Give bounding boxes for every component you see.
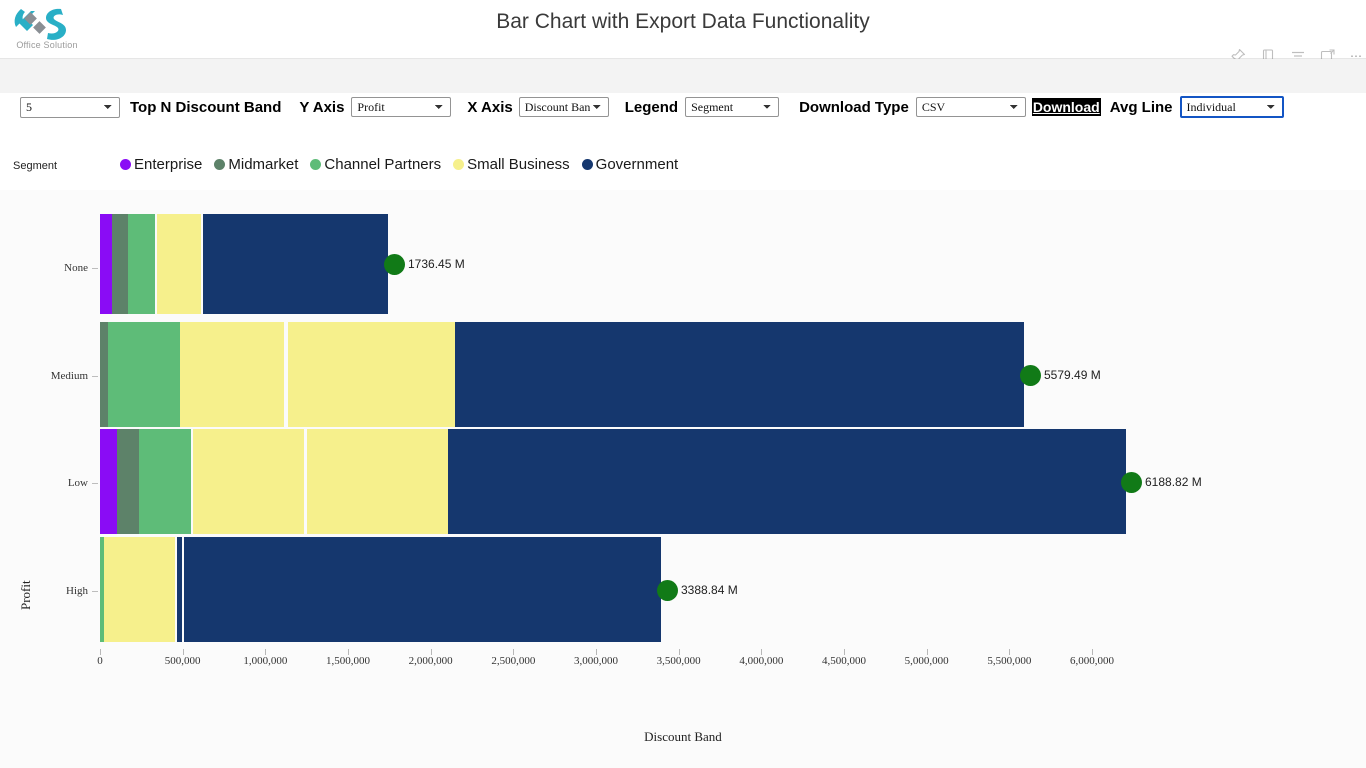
average-value-label: 6188.82 M: [1145, 474, 1202, 489]
average-line-marker[interactable]: [657, 579, 678, 601]
average-value-label: 5579.49 M: [1044, 367, 1101, 382]
legend-swatch-icon: [120, 159, 131, 170]
x-axis-title: Discount Band: [644, 729, 722, 744]
bar-segment[interactable]: [455, 322, 1024, 427]
legend-swatch-icon: [581, 159, 593, 170]
x-axis-tick-label: 6,000,000: [1070, 655, 1114, 667]
legend-item-label: Enterprise: [134, 156, 203, 173]
controls-row: 54321 Top N Discount Band Y Axis ProfitS…: [20, 96, 1284, 118]
x-axis-tick-label: 3,500,000: [656, 655, 701, 667]
bar-segment[interactable]: [180, 322, 284, 427]
x-axis-tick-label: 5,000,000: [904, 655, 949, 667]
chart-legend: Segment Enterprise Midmarket Channel Partn…: [0, 156, 1366, 178]
average-value-label: 1736.45 M: [408, 257, 465, 271]
legend-item[interactable]: Enterprise: [120, 156, 202, 173]
bar-segment[interactable]: [203, 214, 388, 314]
average-value-label: 3388.84 M: [681, 582, 738, 597]
legend-item[interactable]: Small Business: [453, 156, 570, 173]
bar-segment[interactable]: [100, 322, 108, 427]
y-axis-tick-label: Low: [67, 477, 88, 489]
bar-segment[interactable]: [108, 322, 180, 427]
bar-segment[interactable]: [100, 429, 117, 534]
bar-segment[interactable]: [139, 429, 191, 534]
bar-segment[interactable]: [307, 429, 448, 534]
legend-select[interactable]: SegmentCountryProduct: [685, 97, 780, 117]
legend-item[interactable]: Channel Partners: [310, 156, 441, 173]
y-axis-tick-label: None: [64, 262, 88, 274]
bar-segment[interactable]: [157, 214, 201, 314]
x-axis-tick-label: 3,000,000: [574, 655, 618, 667]
y-axis-tick-label: High: [66, 585, 88, 597]
x-axis-tick-label: 0: [97, 655, 103, 667]
top-n-label: Top N Discount Band: [130, 98, 282, 116]
avg-line-select[interactable]: IndividualOverallNone: [1179, 96, 1284, 118]
bar-segment[interactable]: [100, 214, 112, 314]
x-axis-tick-label: 2,000,000: [408, 655, 453, 667]
download-type-select[interactable]: CSVExcelPDF: [915, 97, 1026, 117]
legend-item[interactable]: Midmarket: [214, 156, 298, 173]
page-title: Bar Chart with Export Data Functionality: [496, 10, 870, 33]
logo-caption: Office Solution: [16, 40, 78, 50]
x-axis-tick-label: 1,500,000: [326, 655, 370, 667]
legend-label: Legend: [624, 98, 679, 116]
controls-bar: [0, 59, 1366, 93]
bar-segment[interactable]: [128, 214, 155, 314]
x-axis-tick-label: 4,500,000: [822, 655, 866, 667]
bar-segment[interactable]: [104, 537, 175, 642]
x-axis-tick-label: 500,000: [164, 655, 201, 667]
bar-segment[interactable]: [184, 537, 661, 642]
bar-segment[interactable]: [448, 429, 1126, 534]
x-axis-tick-label: 5,500,000: [987, 655, 1032, 667]
y-axis-tick-mark: [92, 268, 98, 269]
legend-swatch-icon: [453, 159, 465, 170]
legend-title: Segment: [13, 160, 58, 172]
x-axis-tick-label: 2,500,000: [491, 655, 536, 667]
bar-segment[interactable]: [117, 429, 139, 534]
average-line-marker[interactable]: [384, 254, 405, 275]
x-axis-tick-label: 4,000,000: [739, 655, 784, 667]
legend-item-list: Enterprise Midmarket Channel Partners Small…: [120, 156, 678, 173]
legend-swatch-icon: [214, 159, 226, 170]
legend-item-label: Channel Partners: [324, 156, 442, 173]
y-axis-tick-mark: [92, 591, 98, 592]
bar-segment[interactable]: [193, 429, 304, 534]
y-axis-tick-mark: [92, 483, 98, 484]
chart-plot-area: Profit None 1736.45 M Medium 5579.49 M Low 61…: [0, 190, 1366, 768]
bar-segment[interactable]: [177, 537, 182, 642]
bar-segment[interactable]: [288, 322, 455, 427]
y-axis-tick-label: Medium: [50, 370, 88, 382]
legend-swatch-icon: [310, 159, 322, 170]
average-line-marker[interactable]: [1020, 364, 1041, 386]
y-axis-select[interactable]: ProfitSalesUnits Sold: [351, 97, 452, 117]
x-axis-select[interactable]: Discount BandSegmentCountry: [518, 97, 609, 117]
y-axis-tick-mark: [92, 376, 98, 377]
legend-item[interactable]: Government: [581, 156, 679, 173]
top-n-select[interactable]: 54321: [20, 96, 120, 118]
x-axis-tick-label: 1,000,000: [243, 655, 288, 667]
download-type-label: Download Type: [799, 98, 909, 116]
y-axis-title: Profit: [18, 580, 33, 610]
app-header: Office Solution Bar Chart with Export Da…: [0, 0, 1366, 63]
average-line-marker[interactable]: [1121, 471, 1142, 493]
legend-item-label: Government: [595, 156, 679, 173]
legend-item-label: Small Business: [467, 156, 570, 173]
legend-item-label: Midmarket: [228, 156, 299, 173]
y-axis-label: Y Axis: [299, 98, 345, 116]
x-axis-label: X Axis: [467, 98, 513, 116]
avg-line-label: Avg Line: [1109, 98, 1173, 116]
bar-segment[interactable]: [112, 214, 128, 314]
download-button[interactable]: Download: [1031, 98, 1101, 116]
